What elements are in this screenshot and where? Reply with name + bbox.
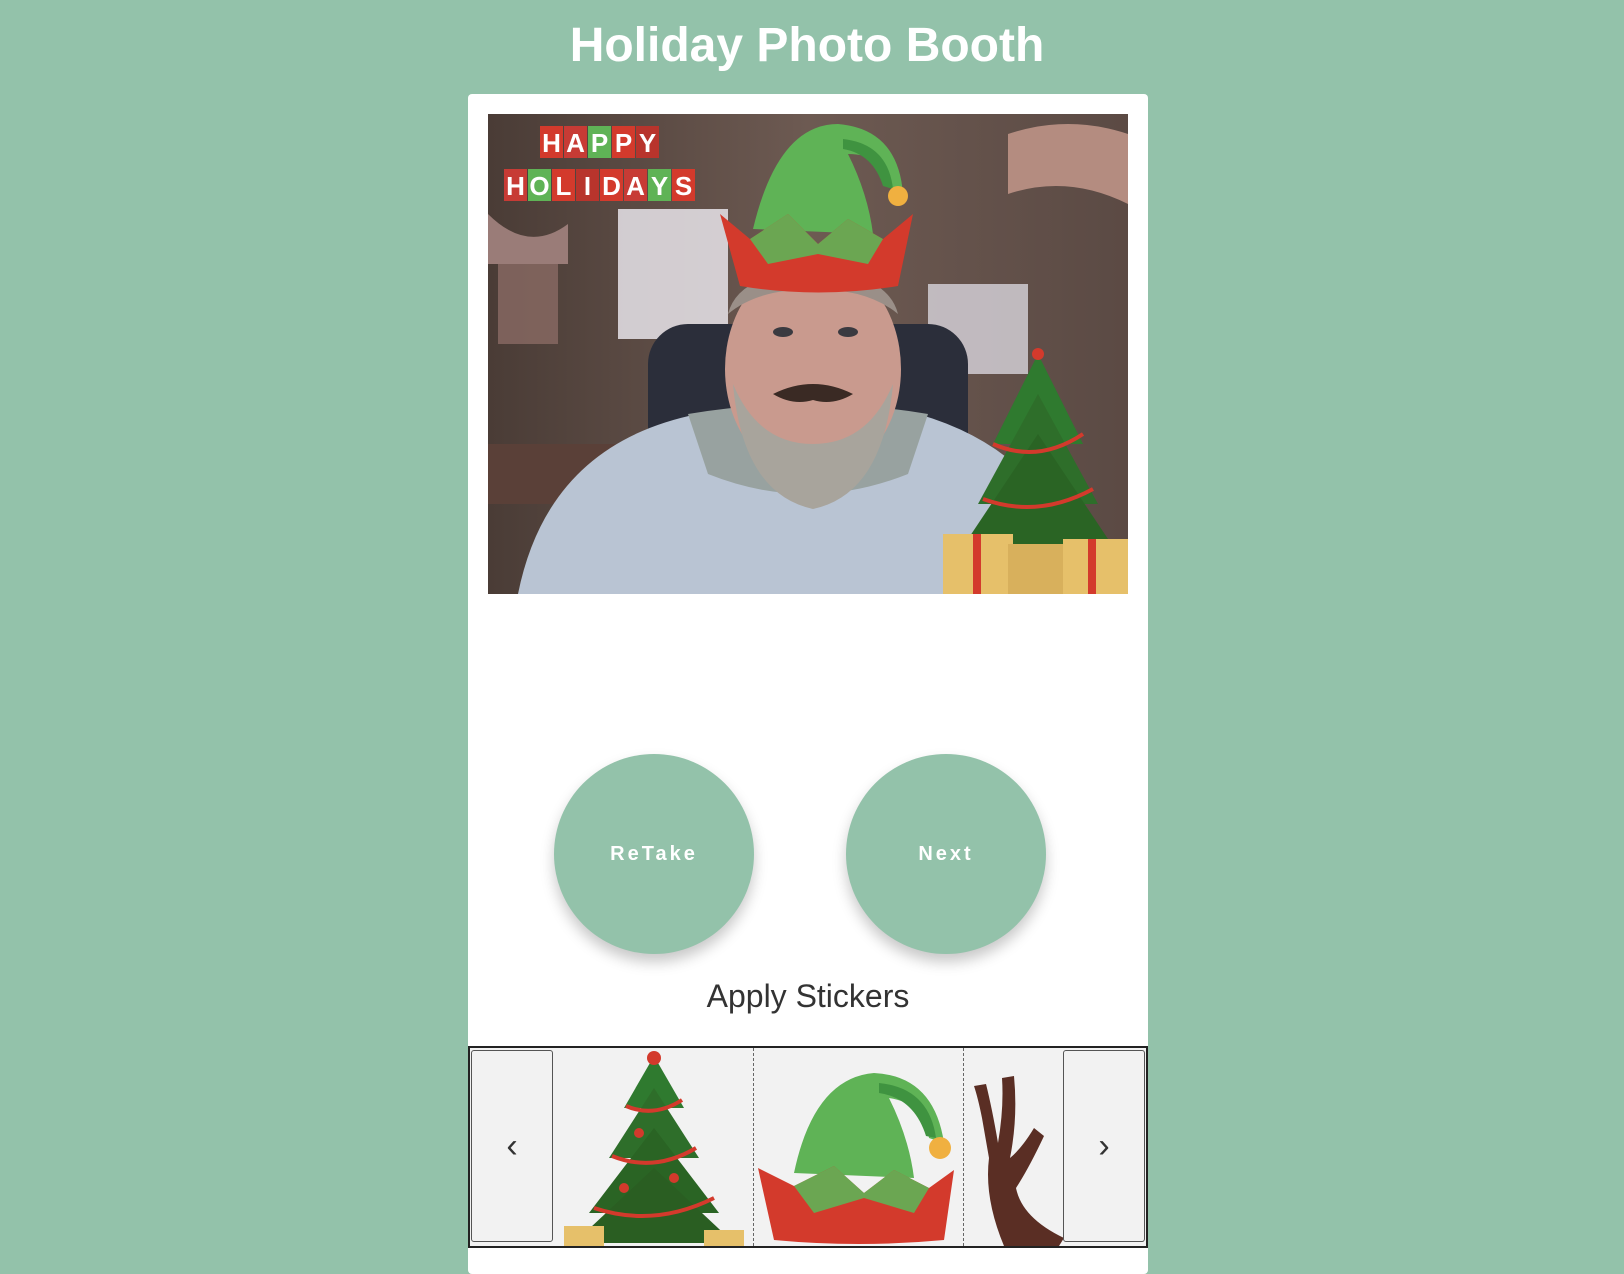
banner-letter: P xyxy=(591,128,608,158)
carousel-prev-button[interactable]: ‹ xyxy=(471,1050,553,1242)
christmas-tree-icon xyxy=(564,1051,744,1246)
sticker-christmas-tree[interactable] xyxy=(554,1048,754,1246)
captured-photo: HAPPY HOLIDAYS xyxy=(488,114,1128,594)
banner-letter: A xyxy=(626,171,645,201)
banner-letter: P xyxy=(615,128,632,158)
photo-booth-card: HAPPY HOLIDAYS ReTake Next Apply Sticker… xyxy=(468,94,1148,1274)
apply-stickers-heading: Apply Stickers xyxy=(706,978,910,1014)
sticker-reindeer-antler[interactable] xyxy=(964,1048,1074,1246)
banner-letter: L xyxy=(556,171,572,201)
elf-hat-icon xyxy=(758,1073,954,1244)
chevron-right-icon: › xyxy=(1098,1126,1110,1165)
photo-canvas: HAPPY HOLIDAYS xyxy=(488,114,1128,594)
banner-letter: I xyxy=(584,171,591,201)
chevron-left-icon: ‹ xyxy=(506,1126,518,1165)
banner-letter: H xyxy=(542,128,561,158)
sticker-elf-hat[interactable] xyxy=(754,1048,964,1246)
reindeer-antler-icon xyxy=(974,1076,1064,1246)
page-title: Holiday Photo Booth xyxy=(569,19,1045,72)
banner-letter: S xyxy=(675,171,692,201)
carousel-next-button[interactable]: › xyxy=(1063,1050,1145,1242)
retake-button[interactable]: ReTake xyxy=(554,754,754,954)
banner-letter: Y xyxy=(639,128,656,158)
next-button[interactable]: Next xyxy=(846,754,1046,954)
banner-letter: D xyxy=(602,171,621,201)
banner-letter: O xyxy=(529,171,549,201)
banner-letter: A xyxy=(566,128,585,158)
sticker-carousel: ‹ › xyxy=(468,1046,1148,1248)
banner-letter: Y xyxy=(651,171,668,201)
banner-letter: H xyxy=(506,171,525,201)
